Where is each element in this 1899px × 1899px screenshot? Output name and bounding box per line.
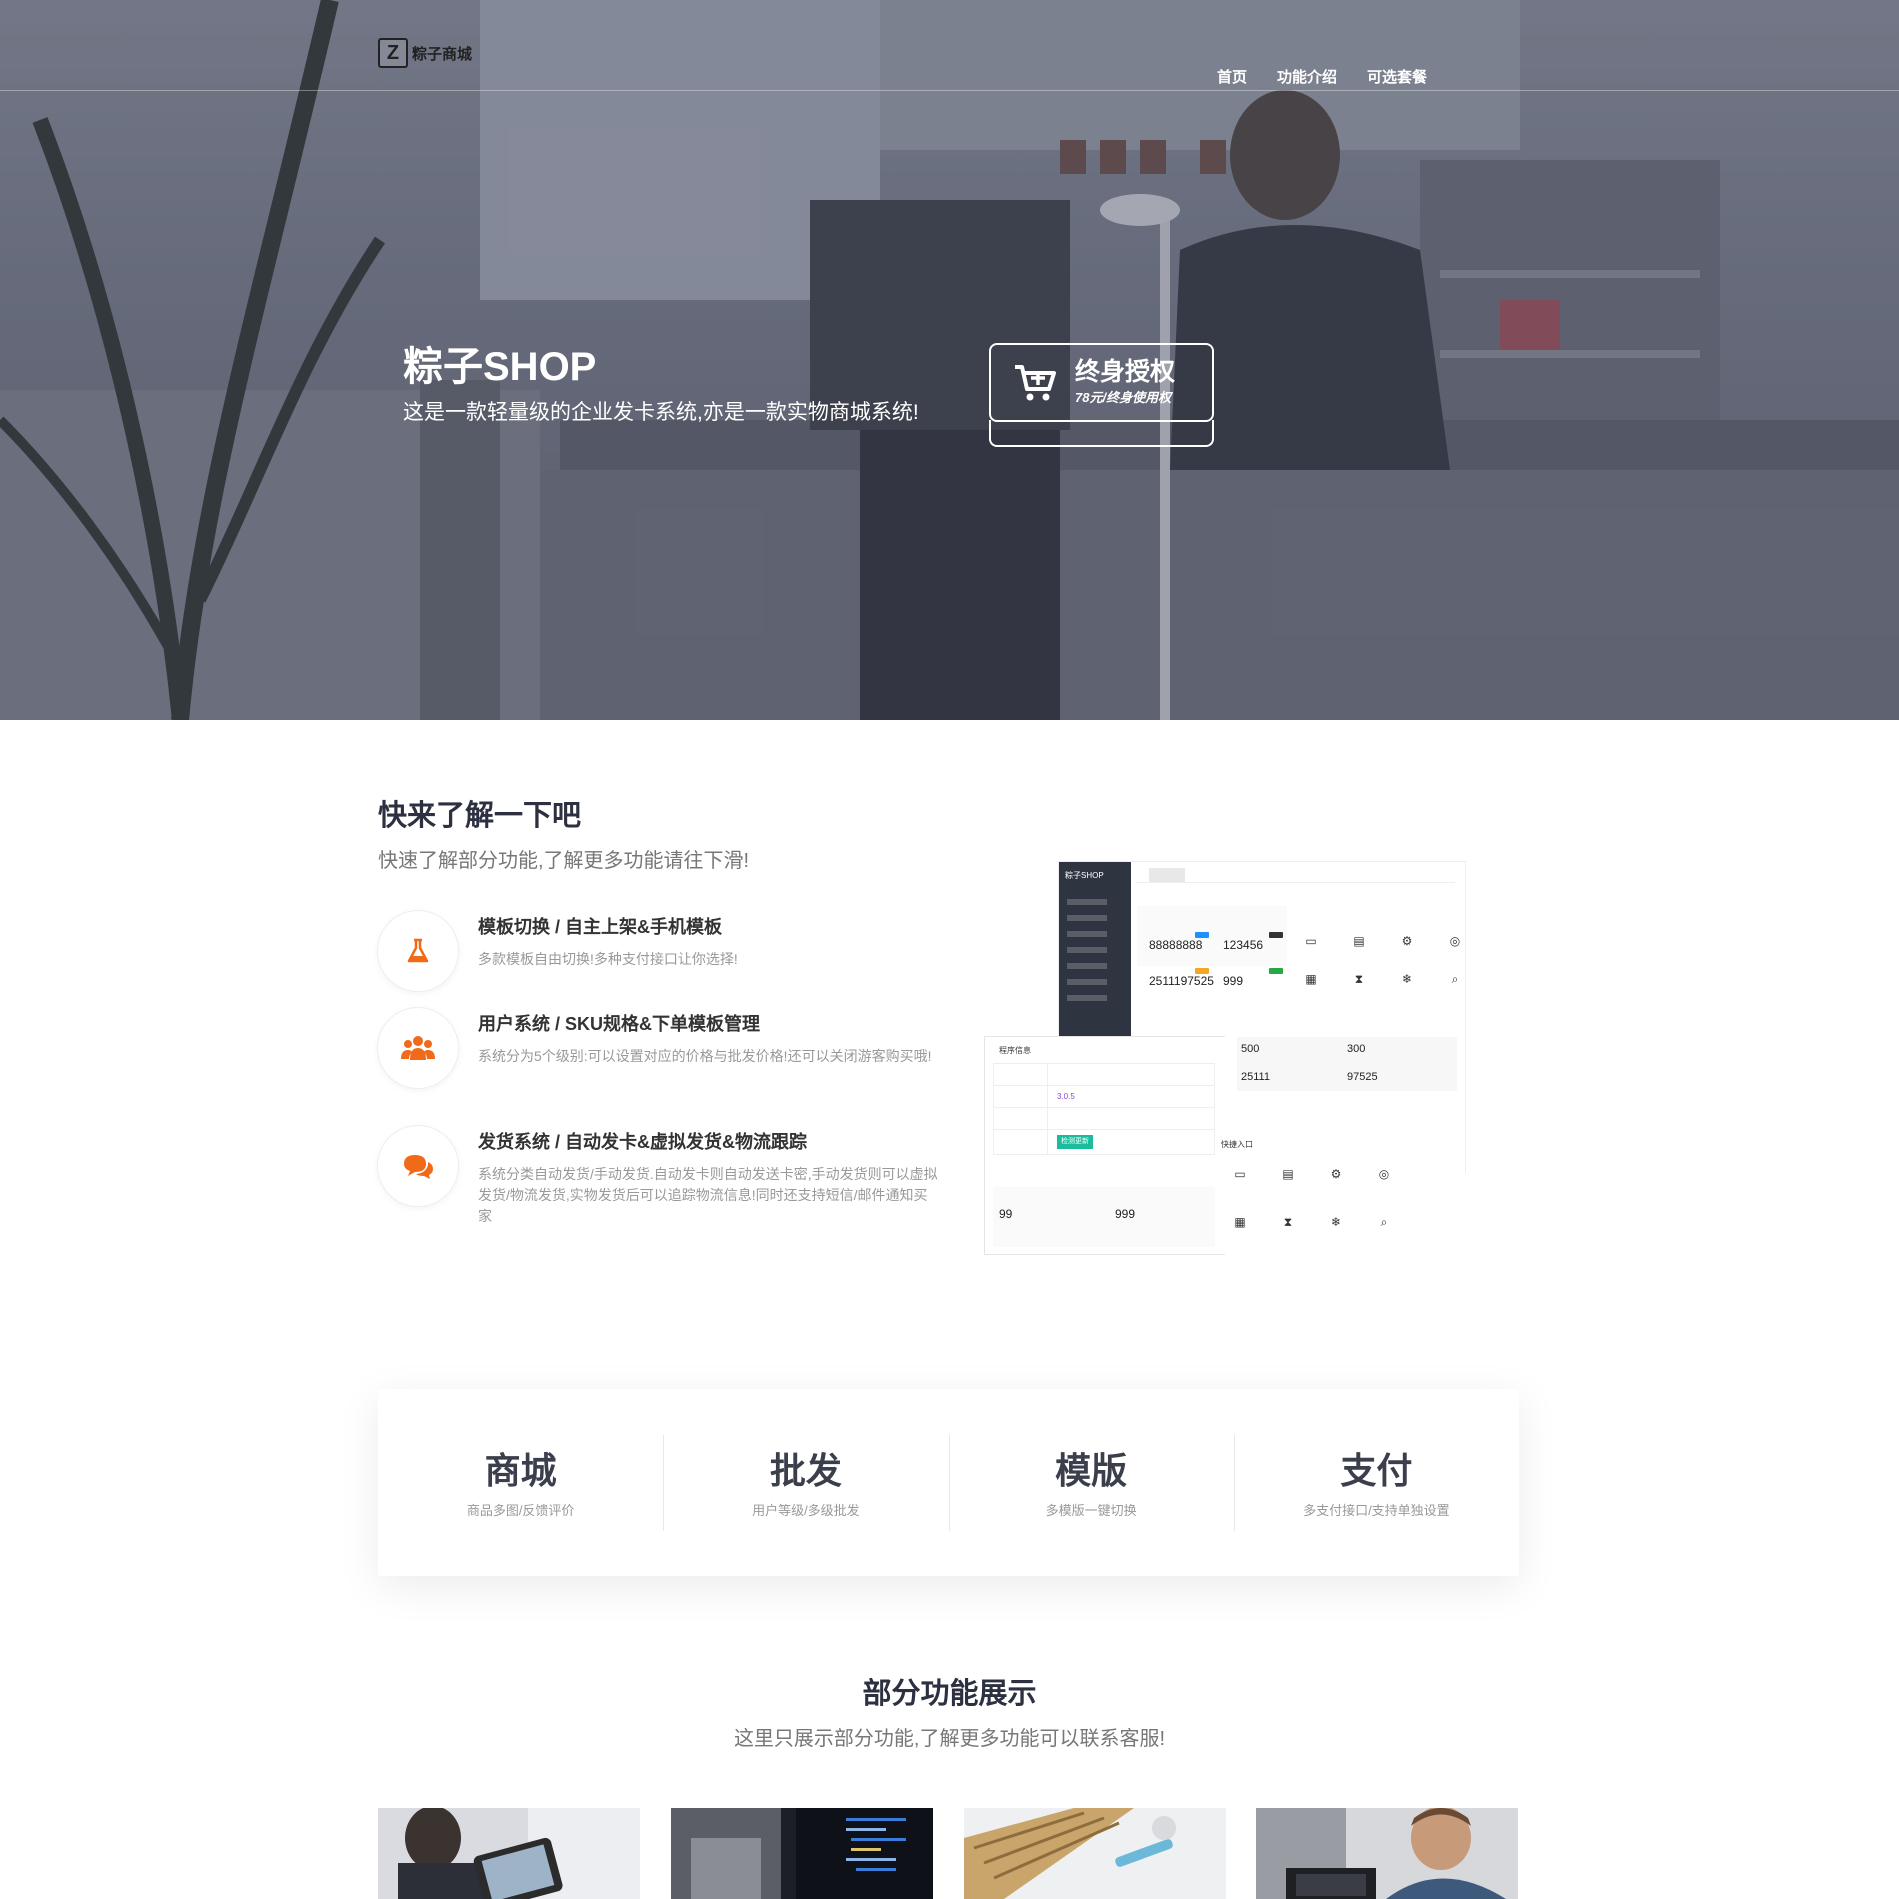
calendar-icon: ▦ [1234,1215,1246,1229]
stat-value: 999 [1115,1207,1136,1221]
stat-desc: 商品多图/反馈评价 [466,1503,575,1518]
stat-value: 99 [999,1207,1013,1221]
stat-desc: 多模版一键切换 [1045,1503,1137,1518]
stat-value: 500 [1241,1043,1260,1055]
nav-features[interactable]: 功能介绍 [1277,66,1337,87]
settings-icon: ⚙ [1330,1167,1342,1181]
hero-subtitle: 这是一款轻量级的企业发卡系统,亦是一款实物商城系统! [403,401,919,424]
chat-icon [378,1126,458,1206]
site-logo[interactable]: Z 粽子商城 [378,38,472,68]
stat-title: 支付 [1340,1450,1413,1491]
file-icon: ▤ [1282,1167,1294,1181]
hero-banner: Z 粽子商城 首页 功能介绍 可选套餐 粽子SHOP 这是一款轻量级的企业发卡系… [0,0,1899,720]
calendar-icon: ▦ [1305,972,1317,986]
admin-dashboard-preview: 88888888 123456 2511197525 999 ▭ ▤ ⚙ ◎ ▦… [985,862,1465,1257]
logo-text: 粽子商城 [412,45,473,63]
header-divider [0,90,1899,91]
showcase-image-4[interactable] [1256,1808,1518,1899]
feature-title: 发货系统 / 自动发卡&虚拟发货&物流跟踪 [478,1132,807,1152]
hero-title: 粽子SHOP [403,345,597,389]
check-update-button[interactable]: 检测更新 [1057,1135,1093,1149]
feature-stats-card: 商城 商品多图/反馈评价 批发 用户等级/多级批发 模版 多模版一键切换 支付 … [378,1389,1519,1576]
program-info-panel: 程序信息 3.0.5 检测更新 99 999 [985,1037,1225,1254]
about-title: 快来了解一下吧 [378,800,582,832]
stat-value: 2511197525 [1149,974,1214,988]
snowflake-icon: ❄ [1401,972,1413,986]
cart-plus-icon [1015,364,1056,400]
file-icon: ▤ [1353,934,1365,948]
hero-overlay [0,0,1899,720]
feature-title: 模板切换 / 自主上架&手机模板 [478,917,723,937]
stat-value: 97525 [1347,1071,1378,1083]
feature-item-delivery: 发货系统 / 自动发卡&虚拟发货&物流跟踪 系统分类自动发货/手动发货.自动发卡… [378,1126,938,1256]
lifetime-license-button[interactable]: 终身授权 78元/终身使用权 [989,343,1214,422]
about-subtitle: 快速了解部分功能,了解更多功能请往下滑! [378,850,750,872]
stat-value: 25111 [1241,1071,1270,1083]
license-price: 78元/终身使用权 [1075,389,1172,405]
target-icon: ◎ [1449,934,1461,948]
feature-item-templates: 模板切换 / 自主上架&手机模板 多款模板自由切换!多种支付接口让你选择! [378,911,938,1001]
stat-value: 123456 [1223,938,1264,952]
program-info-label: 程序信息 [999,1046,1031,1055]
order-icon: ▭ [1305,934,1317,948]
users-icon [378,1008,458,1088]
feature-desc: 系统分类自动发货/手动发货.自动发卡则自动发送卡密,手动发货则可以虚拟发货/物流… [478,1166,938,1224]
stat-desc: 用户等级/多级批发 [752,1503,860,1518]
license-button-underlay [989,420,1214,447]
main-nav: 首页 功能介绍 可选套餐 [1217,66,1427,87]
feature-desc: 多款模板自由切换!多种支付接口让你选择! [478,951,738,967]
flask-icon [378,911,458,991]
feature-item-users: 用户系统 / SKU规格&下单模板管理 系统分为5个级别:可以设置对应的价格与批… [378,1008,938,1118]
stat-title: 模版 [1055,1450,1128,1491]
stat-title: 批发 [769,1450,842,1491]
stat-desc: 多支付接口/支持单独设置 [1303,1503,1450,1518]
search-icon: ⌕ [1451,971,1459,986]
nav-plans[interactable]: 可选套餐 [1367,66,1427,87]
stat-title: 商城 [484,1450,557,1491]
version-value: 3.0.5 [1057,1092,1075,1101]
dashboard-brand: 粽子SHOP [1065,871,1104,880]
stat-wholesale: 批发 用户等级/多级批发 [663,1389,948,1576]
hourglass-icon: ⧗ [1354,971,1364,986]
order-icon: ▭ [1234,1167,1246,1181]
feature-desc: 系统分为5个级别:可以设置对应的价格与批发价格!还可以关闭游客购买哦! [478,1048,932,1064]
stat-value: 88888888 [1149,938,1203,952]
showcase-image-2[interactable] [671,1808,933,1899]
dashboard-sidebar: 粽子SHOP [1059,862,1131,1036]
license-title: 终身授权 [1075,358,1176,387]
hourglass-icon: ⧗ [1283,1214,1293,1229]
logo-icon: Z [378,38,408,68]
quick-stats-panel: 500 300 25111 97525 快捷入口 ▭ ▤ ⚙ ◎ ▦ ⧗ ❄ ⌕ [1221,1029,1465,1257]
stat-value: 999 [1223,974,1244,988]
quick-entry-label: 快捷入口 [1221,1140,1253,1149]
showcase-title: 部分功能展示 [862,1678,1037,1710]
target-icon: ◎ [1378,1167,1390,1181]
stat-payment: 支付 多支付接口/支持单独设置 [1233,1389,1519,1576]
showcase-image-3[interactable] [964,1808,1226,1899]
settings-icon: ⚙ [1401,934,1413,948]
showcase-image-1[interactable] [378,1808,640,1899]
showcase-subtitle: 这里只展示部分功能,了解更多功能可以联系客服! [733,1728,1166,1750]
snowflake-icon: ❄ [1330,1215,1342,1229]
stat-templates: 模版 多模版一键切换 [948,1389,1234,1576]
feature-title: 用户系统 / SKU规格&下单模板管理 [478,1014,761,1034]
nav-home[interactable]: 首页 [1217,66,1247,87]
stat-mall: 商城 商品多图/反馈评价 [378,1389,663,1576]
search-icon: ⌕ [1380,1214,1388,1229]
stat-value: 300 [1347,1043,1366,1055]
